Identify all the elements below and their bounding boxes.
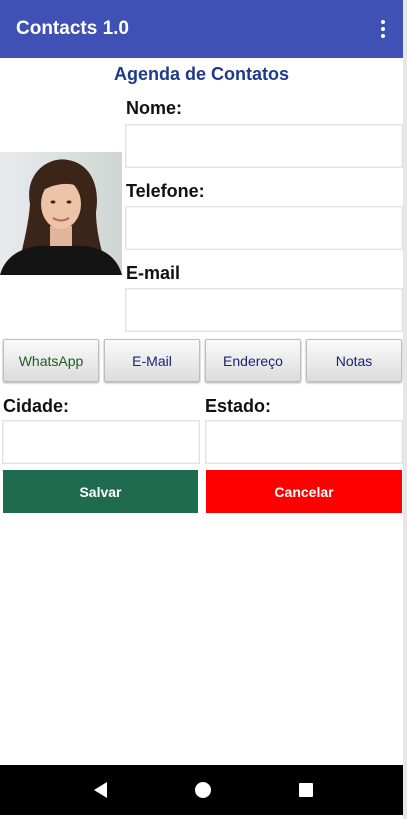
email-label: E-mail bbox=[126, 263, 181, 283]
email-field[interactable] bbox=[125, 288, 403, 332]
frame-edge bbox=[403, 0, 407, 819]
cancelar-button[interactable]: Cancelar bbox=[206, 470, 402, 513]
portrait-image bbox=[0, 152, 122, 275]
page-title: Agenda de Contatos bbox=[113, 64, 289, 84]
tab-email[interactable]: E-Mail bbox=[104, 339, 200, 382]
estado-label: Estado: bbox=[205, 396, 272, 416]
app-bar: Contacts 1.0 bbox=[0, 0, 403, 58]
contact-photo[interactable] bbox=[0, 152, 122, 275]
home-icon[interactable] bbox=[193, 780, 213, 800]
nome-field[interactable] bbox=[125, 124, 403, 168]
more-vert-icon[interactable] bbox=[363, 0, 403, 58]
app-screen: Contacts 1.0 Agenda de Contatos Nome: Te… bbox=[0, 0, 407, 819]
salvar-button[interactable]: Salvar bbox=[3, 470, 198, 513]
cidade-field[interactable] bbox=[2, 420, 200, 464]
telefone-label: Telefone: bbox=[126, 181, 205, 201]
back-icon[interactable] bbox=[91, 780, 111, 800]
nome-label: Nome: bbox=[126, 98, 183, 118]
cidade-label: Cidade: bbox=[3, 396, 70, 416]
tab-endereco[interactable]: Endereço bbox=[205, 339, 301, 382]
tab-notas[interactable]: Notas bbox=[306, 339, 402, 382]
recents-icon[interactable] bbox=[296, 780, 316, 800]
estado-field[interactable] bbox=[205, 420, 403, 464]
app-title: Contacts 1.0 bbox=[16, 18, 129, 39]
system-nav-bar bbox=[0, 765, 407, 815]
telefone-field[interactable] bbox=[125, 206, 403, 250]
tab-whatsapp[interactable]: WhatsApp bbox=[3, 339, 99, 382]
